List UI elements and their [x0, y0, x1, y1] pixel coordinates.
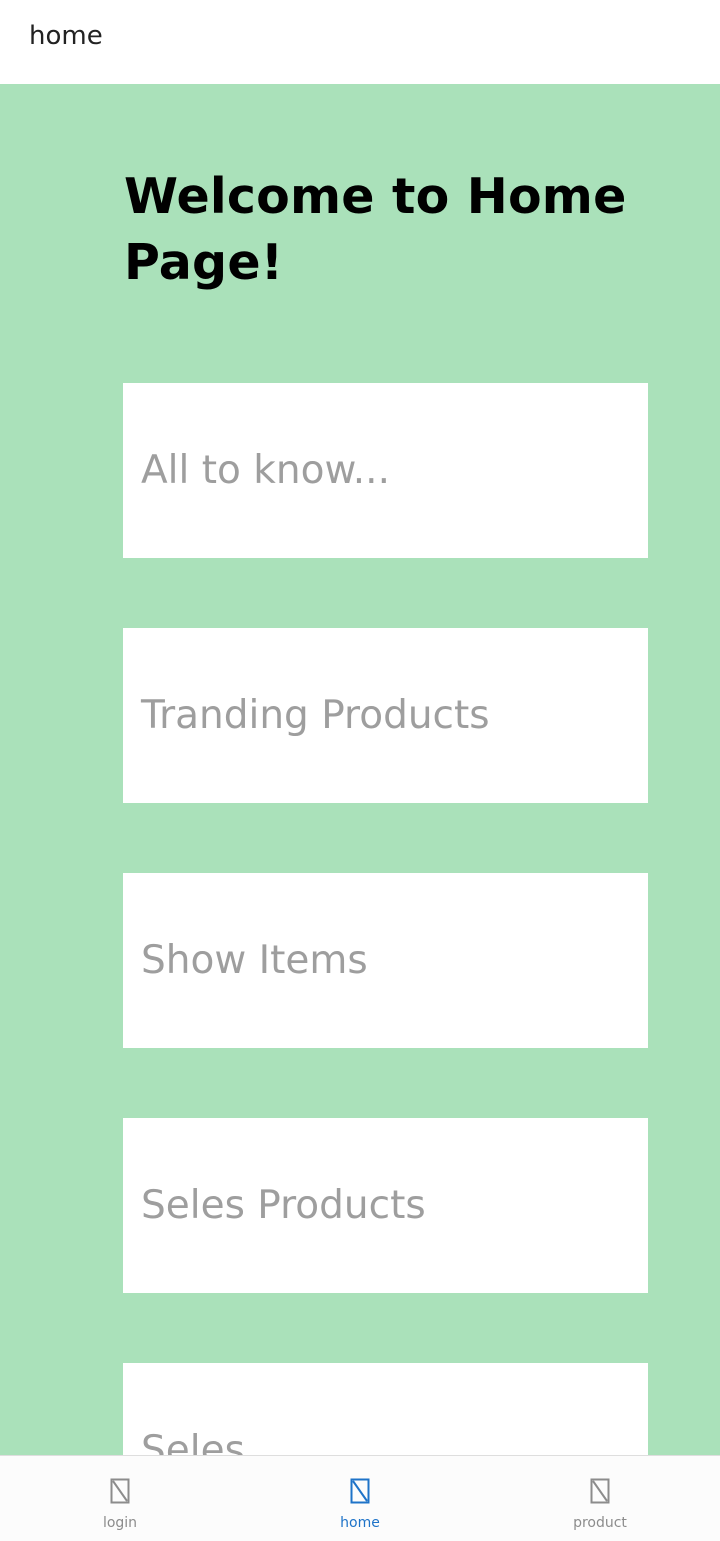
card-label: Seles Products [141, 1182, 426, 1228]
bottom-navigation: login home product [0, 1455, 720, 1541]
card-sales-products[interactable]: Seles Products [123, 1118, 648, 1293]
missing-glyph-icon [350, 1478, 370, 1504]
card-label: All to know... [141, 447, 390, 493]
nav-item-login[interactable]: login [0, 1456, 240, 1541]
header-title: home [29, 21, 103, 51]
app-header: home [0, 0, 720, 84]
card-label: Tranding Products [141, 692, 490, 738]
missing-glyph-icon [590, 1478, 610, 1504]
card-sales[interactable]: Seles [123, 1363, 648, 1455]
missing-glyph-icon [110, 1478, 130, 1504]
card-all-to-know[interactable]: All to know... [123, 383, 648, 558]
card-list: All to know... Tranding Products Show It… [123, 383, 648, 1455]
nav-item-home[interactable]: home [240, 1456, 480, 1541]
nav-label: login [102, 1515, 138, 1531]
card-show-items[interactable]: Show Items [123, 873, 648, 1048]
welcome-heading: Welcome to Home Page! [124, 168, 627, 291]
card-label: Show Items [141, 937, 368, 983]
card-trending-products[interactable]: Tranding Products [123, 628, 648, 803]
main-content[interactable]: Welcome to Home Page! All to know... Tra… [0, 84, 720, 1455]
app-screen: home Welcome to Home Page! All to know..… [0, 0, 720, 1541]
nav-label: product [573, 1515, 627, 1531]
card-label: Seles [141, 1427, 245, 1456]
nav-label: home [340, 1515, 380, 1531]
nav-item-product[interactable]: product [480, 1456, 720, 1541]
